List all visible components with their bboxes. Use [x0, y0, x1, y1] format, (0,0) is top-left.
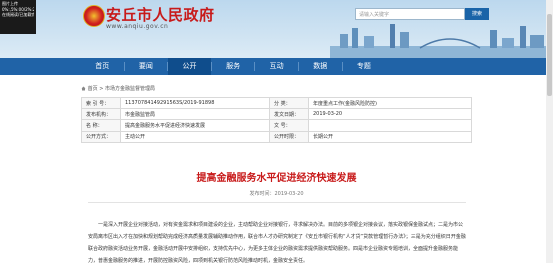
document-info-table: 索 引 号： 11370784149291563S/2019-91898 分 类… — [81, 96, 472, 143]
nav-item-service[interactable]: 服务 — [212, 58, 255, 75]
site-name[interactable]: 安丘市人民政府 — [106, 4, 215, 25]
info-value — [308, 119, 472, 132]
info-key: 公开时限： — [269, 130, 309, 143]
vertical-scrollbar[interactable] — [546, 0, 553, 263]
table-row: 索 引 号： 11370784149291563S/2019-91898 分 类… — [81, 96, 472, 110]
scrollbar-thumb[interactable] — [547, 14, 552, 96]
nav-item-home[interactable]: 首页 — [81, 58, 124, 75]
breadcrumb-separator: > — [99, 86, 104, 92]
info-key: 索 引 号： — [81, 96, 121, 110]
breadcrumb-home[interactable]: 首页 — [88, 86, 98, 92]
breadcrumb: 首页 > 市场方金融监督管理局 — [81, 85, 155, 92]
national-emblem-icon — [83, 5, 105, 27]
info-key: 文 号： — [269, 119, 309, 132]
article-date: 发布时间：2019-03-20 — [249, 191, 304, 197]
search-button[interactable]: 搜索 — [465, 8, 489, 20]
info-key: 名 称： — [81, 119, 121, 132]
site-header: 安丘市人民政府 www.anqiu.gov.cn 请输入关键字 搜索 — [0, 0, 553, 58]
upload-overlay: 图片上传 0%:,5%:00/2%:235 在线阅读/已加载完 — [0, 0, 36, 34]
info-value: 年度重点工作(金融风险防控) — [308, 96, 472, 110]
city-skyline-banner — [330, 24, 553, 58]
search-input[interactable]: 请输入关键字 — [355, 8, 465, 20]
divider — [88, 202, 466, 203]
info-value: 主动公开 — [120, 130, 270, 143]
info-key: 发文日期： — [269, 108, 309, 121]
article-body: 一是深入开展企业对接活动，对有资金需求和项目建设的企业，主动帮助企业对接银行，寻… — [88, 222, 466, 264]
info-value: 市金融监管局 — [120, 108, 270, 121]
info-value: 2019-03-20 — [308, 108, 472, 121]
info-value: 提高金融服务水平促进经济快速发展 — [120, 119, 270, 132]
info-key: 发布机构： — [81, 108, 121, 121]
overlay-line: 在线阅读/已加载完 — [2, 12, 34, 17]
info-key: 分 类： — [269, 96, 309, 110]
nav-item-data[interactable]: 数据 — [299, 58, 342, 75]
info-value: 11370784149291563S/2019-91898 — [120, 96, 270, 110]
article-title: 提高金融服务水平促进经济快速发展 — [196, 173, 357, 184]
site-url: www.anqiu.gov.cn — [106, 23, 169, 30]
table-row: 发布机构： 市金融监管局 发文日期： 2019-03-20 — [81, 108, 472, 121]
info-key: 公开方式： — [81, 130, 121, 143]
table-row: 名 称： 提高金融服务水平促进经济快速发展 文 号： — [81, 119, 472, 132]
nav-item-news[interactable]: 要闻 — [125, 58, 168, 75]
home-icon — [81, 86, 86, 91]
nav-item-public[interactable]: 公开 — [168, 58, 211, 75]
info-value: 长期公开 — [308, 130, 472, 143]
breadcrumb-section[interactable]: 市场方金融监督管理局 — [105, 86, 155, 92]
table-row: 公开方式： 主动公开 公开时限： 长期公开 — [81, 130, 472, 143]
nav-item-interaction[interactable]: 互动 — [255, 58, 298, 75]
main-nav: 首页 要闻 公开 服务 互动 数据 专题 — [0, 58, 553, 75]
nav-item-topics[interactable]: 专题 — [343, 58, 386, 75]
